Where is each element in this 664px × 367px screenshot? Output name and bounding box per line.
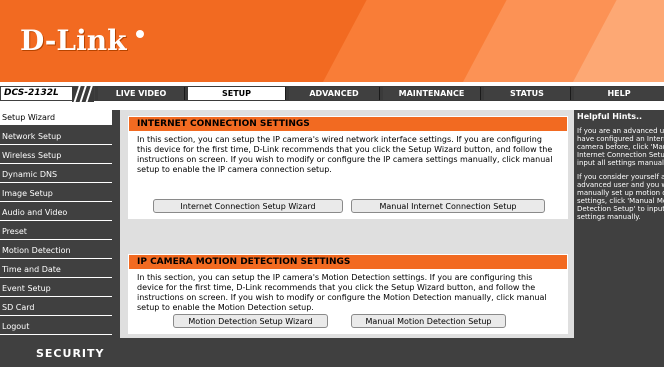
sidebar-item-logout[interactable]: Logout (0, 319, 112, 335)
hint-paragraph: If you are an advanced user and have con… (577, 127, 664, 167)
manual-motion-button[interactable]: Manual Motion Detection Setup (351, 314, 506, 328)
sidebar-item-setup-wizard[interactable]: Setup Wizard (0, 110, 112, 126)
sidebar-item-audio-video[interactable]: Audio and Video (0, 205, 112, 221)
slash-decoration-icon (72, 85, 94, 104)
header-banner: D-Link (0, 0, 664, 82)
sidebar-item-motion-detection[interactable]: Motion Detection (0, 243, 112, 259)
tab-status[interactable]: STATUS (484, 87, 571, 100)
tab-maintenance[interactable]: MAINTENANCE (383, 87, 481, 100)
sidebar: Setup Wizard Network Setup Wireless Setu… (0, 110, 120, 367)
sidebar-item-image-setup[interactable]: Image Setup (0, 186, 112, 202)
motion-wizard-button[interactable]: Motion Detection Setup Wizard (173, 314, 328, 328)
sidebar-item-preset[interactable]: Preset (0, 224, 112, 240)
tab-help[interactable]: HELP (574, 87, 664, 100)
dlink-logo: D-Link (20, 24, 127, 57)
footer: SECURITY (0, 338, 664, 367)
tab-live-video[interactable]: LIVE VIDEO (98, 87, 185, 100)
sidebar-item-wireless-setup[interactable]: Wireless Setup (0, 148, 112, 164)
model-name: DCS-2132L (4, 88, 59, 98)
motion-detection-section: IP CAMERA MOTION DETECTION SETTINGS In t… (128, 254, 568, 334)
tab-setup[interactable]: SETUP (188, 87, 286, 100)
sidebar-item-dynamic-dns[interactable]: Dynamic DNS (0, 167, 112, 183)
sidebar-item-event-setup[interactable]: Event Setup (0, 281, 112, 297)
internet-connection-section: INTERNET CONNECTION SETTINGS In this sec… (128, 116, 568, 219)
top-nav: DCS-2132L LIVE VIDEO SETUP ADVANCED MAIN… (0, 85, 664, 104)
sidebar-item-sd-card[interactable]: SD Card (0, 300, 112, 316)
helpful-hints-panel: Helpful Hints.. If you are an advanced u… (574, 110, 664, 338)
main-content: INTERNET CONNECTION SETTINGS In this sec… (120, 110, 574, 338)
tab-advanced[interactable]: ADVANCED (289, 87, 380, 100)
sidebar-item-network-setup[interactable]: Network Setup (0, 129, 112, 145)
section-description: In this section, you can setup the IP ca… (137, 135, 553, 174)
logo-dot-icon (136, 30, 144, 38)
hint-paragraph: If you consider yourself an advanced use… (577, 173, 664, 221)
model-label: DCS-2132L (0, 85, 95, 104)
manual-internet-button[interactable]: Manual Internet Connection Setup (351, 199, 545, 213)
sidebar-item-time-date[interactable]: Time and Date (0, 262, 112, 278)
section-description: In this section, you can setup the IP ca… (137, 273, 547, 312)
section-title: IP CAMERA MOTION DETECTION SETTINGS (129, 255, 567, 269)
hints-title: Helpful Hints.. (577, 112, 643, 121)
section-title: INTERNET CONNECTION SETTINGS (129, 117, 567, 131)
footer-label: SECURITY (36, 347, 105, 360)
internet-wizard-button[interactable]: Internet Connection Setup Wizard (153, 199, 343, 213)
